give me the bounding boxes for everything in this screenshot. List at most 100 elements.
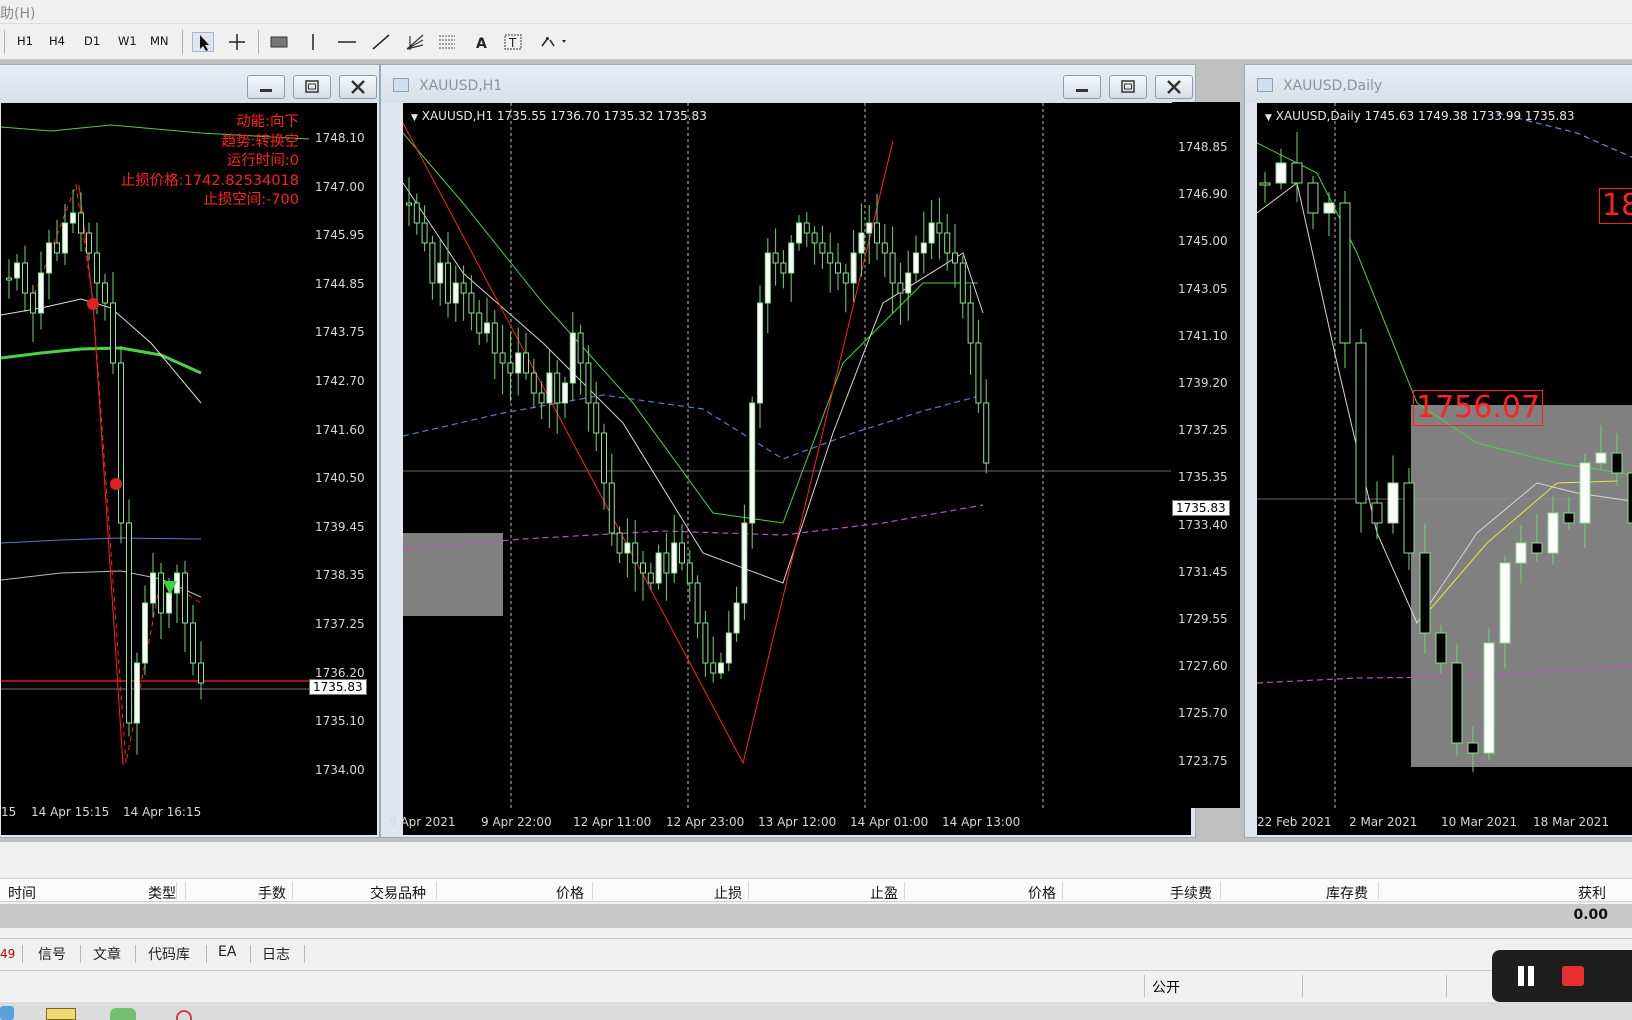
chart-area-h1[interactable]: ▼ XAUUSD,H1 1735.55 1736.70 1735.32 1735… <box>403 103 1171 809</box>
candle-body <box>1595 452 1607 464</box>
candle-body <box>190 622 196 664</box>
candle-body <box>515 352 522 374</box>
misc-icon[interactable] <box>176 1010 192 1020</box>
price-chart-daily[interactable] <box>1257 103 1632 809</box>
ohlc-header: ▼ XAUUSD,Daily 1745.63 1749.38 1733.99 1… <box>1265 109 1575 123</box>
tab-experts[interactable]: EA <box>218 944 236 960</box>
col-lots[interactable]: 手数 <box>258 883 286 903</box>
text-icon[interactable]: A <box>470 32 492 52</box>
candle-body <box>46 242 52 274</box>
cursor-icon[interactable] <box>192 32 214 52</box>
arrows-dropdown-icon[interactable] <box>538 32 572 52</box>
timeframe-d1[interactable]: D1 <box>84 34 100 48</box>
col-commission[interactable]: 手续费 <box>1170 883 1212 903</box>
price-axis-label: 1739.45 <box>315 519 365 534</box>
candle-body <box>850 252 857 284</box>
timeframe-h1[interactable]: H1 <box>17 34 33 48</box>
close-button[interactable] <box>339 75 377 99</box>
pause-icon[interactable] <box>1518 966 1524 986</box>
status-divider <box>1302 975 1303 997</box>
close-button[interactable] <box>1155 75 1193 99</box>
candle-body <box>1355 342 1367 504</box>
minimize-button[interactable] <box>1063 75 1101 99</box>
candle-body <box>920 242 927 254</box>
tab-code-base[interactable]: 代码库 <box>148 944 190 964</box>
time-label: 9 Apr 22:00 <box>481 815 552 829</box>
trade-table-header: 时间 类型 手数 交易品种 价格 止损 止盈 价格 手续费 库存费 获利 <box>0 878 1632 902</box>
col-current-price[interactable]: 价格 <box>1028 883 1056 903</box>
maximize-button[interactable] <box>293 75 331 99</box>
stop-record-icon[interactable] <box>1562 966 1584 986</box>
rectangle-icon[interactable] <box>268 32 290 52</box>
signal-marker <box>87 298 99 310</box>
maximize-button[interactable] <box>1109 75 1147 99</box>
chart-window-h1[interactable]: XAUUSD,H1 ▼ XAUUSD,H1 1735.55 1736.70 17… <box>380 64 1196 838</box>
vertical-line-icon[interactable] <box>302 32 324 52</box>
col-price[interactable]: 价格 <box>556 883 584 903</box>
price-chart-h1[interactable] <box>403 103 1171 809</box>
candle-body <box>983 402 990 464</box>
timeframe-mn[interactable]: MN <box>150 34 169 48</box>
chat-icon[interactable] <box>110 1008 136 1020</box>
col-swap[interactable]: 库存费 <box>1326 883 1368 903</box>
timeframe-w1[interactable]: W1 <box>118 34 137 48</box>
candle-body <box>1579 462 1591 524</box>
col-stop-loss[interactable]: 止损 <box>714 883 742 903</box>
time-axis-h1: 9 Apr 2021 9 Apr 22:00 12 Apr 11:00 12 Apr … <box>389 809 1191 835</box>
tab-mailbox-count[interactable]: 49 <box>0 947 15 961</box>
col-profit[interactable]: 获利 <box>1578 883 1606 903</box>
toolbar-separator <box>258 30 259 54</box>
mail-icon[interactable] <box>46 1008 76 1020</box>
col-take-profit[interactable]: 止盈 <box>870 883 898 903</box>
time-axis-left: 15 14 Apr 15:15 14 Apr 16:15 <box>1 799 377 835</box>
candle-body <box>1339 202 1351 344</box>
time-label: 18 Mar 2021 <box>1533 815 1610 829</box>
balance-row[interactable]: 0.00 <box>0 904 1632 928</box>
candle-body <box>126 522 132 724</box>
text-label-icon[interactable]: T <box>502 32 524 52</box>
horizontal-line-icon[interactable] <box>336 32 358 52</box>
fibonacci-levels-icon[interactable] <box>436 32 458 52</box>
col-time[interactable]: 时间 <box>8 883 36 903</box>
candle-body <box>198 662 204 684</box>
chart-area-left[interactable]: 动能:向下 趋势:转换空 运行时间:0 止损价格:1742.82534018 止… <box>1 103 309 799</box>
status-bar: 公开 <box>0 970 1632 1000</box>
candle-body <box>1387 482 1399 524</box>
col-symbol[interactable]: 交易品种 <box>370 883 426 903</box>
app-icon[interactable] <box>0 1006 14 1020</box>
candle-body <box>608 482 615 534</box>
tab-articles[interactable]: 文章 <box>93 944 121 964</box>
tab-journal[interactable]: 日志 <box>262 944 290 964</box>
timeframe-h4[interactable]: H4 <box>49 34 65 48</box>
chart-window-icon <box>393 78 409 92</box>
candle-body <box>546 372 553 404</box>
candle-body <box>569 332 576 384</box>
fibonacci-fan-icon[interactable] <box>404 32 426 52</box>
candle-body <box>166 592 172 614</box>
collapse-triangle-icon[interactable]: ▼ <box>411 113 418 123</box>
tab-divider <box>206 945 207 963</box>
candle-body <box>952 252 958 264</box>
candle-body <box>788 242 795 274</box>
trendline-icon[interactable] <box>370 32 392 52</box>
partial-price-label: 18 <box>1599 188 1632 224</box>
collapse-triangle-icon[interactable]: ▼ <box>1265 113 1272 123</box>
chart-area-daily[interactable]: ▼ XAUUSD,Daily 1745.63 1749.38 1733.99 1… <box>1257 103 1632 809</box>
candle-body <box>1451 662 1463 744</box>
crosshair-icon[interactable] <box>226 32 248 52</box>
pause-icon-bar[interactable] <box>1528 966 1534 986</box>
col-type[interactable]: 类型 <box>148 883 176 903</box>
info-runtime: 运行时间:0 <box>226 153 299 169</box>
menu-help[interactable]: 助(H) <box>0 3 35 23</box>
candle-body <box>905 272 912 294</box>
chart-workspace: 动能:向下 趋势:转换空 运行时间:0 止损价格:1742.82534018 止… <box>0 60 1632 842</box>
terminal-tabs: 49 信号 文章 代码库 EA 日志 <box>0 938 1632 966</box>
tab-signals[interactable]: 信号 <box>38 944 66 964</box>
price-axis-label: 1737.25 <box>315 617 365 631</box>
chart-window-left[interactable]: 动能:向下 趋势:转换空 运行时间:0 止损价格:1742.82534018 止… <box>0 64 380 838</box>
minimize-button[interactable] <box>247 75 285 99</box>
chart-window-daily[interactable]: XAUUSD,Daily ▼ XAUUSD,Daily 1745.63 1749… <box>1244 64 1632 838</box>
candle-body <box>142 602 148 664</box>
candle-body <box>1275 162 1287 184</box>
candle-body <box>70 212 76 224</box>
